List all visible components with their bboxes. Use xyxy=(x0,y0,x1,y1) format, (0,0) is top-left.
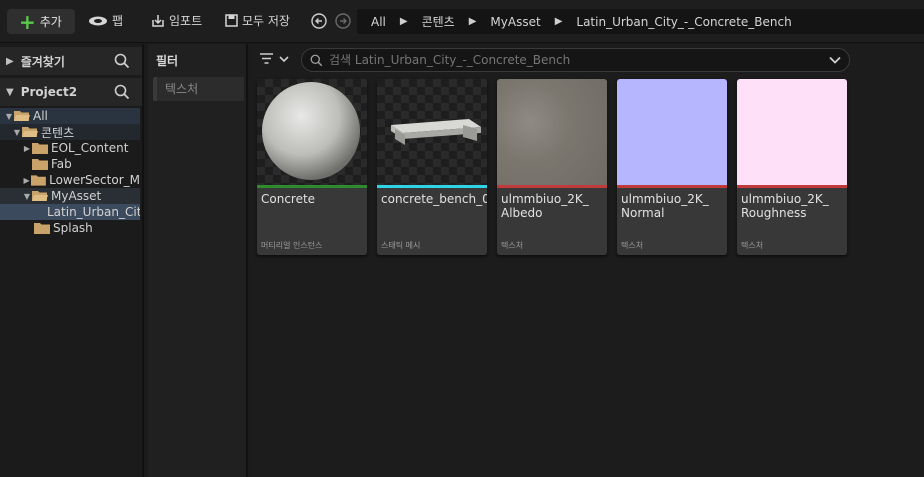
asset-name: concrete_bench_03 xyxy=(381,192,487,206)
asset-thumbnail xyxy=(617,79,727,187)
folder-icon xyxy=(34,223,50,234)
chevron-right-icon[interactable]: ▶ xyxy=(469,16,477,27)
breadcrumb-item-current[interactable]: Latin_Urban_City_-_Concrete_Bench xyxy=(576,15,791,29)
sources-panel: ▶ 즐겨찾기 ▼ Project2 ▼ All ▼ 콘텐츠 ▶ EOL_Cont… xyxy=(0,44,144,477)
asset-thumbnail xyxy=(497,79,607,187)
fab-icon xyxy=(89,16,107,25)
fab-button[interactable]: 팹 xyxy=(88,12,123,29)
asset-type-bar xyxy=(257,185,367,188)
filter-chip-texture[interactable]: 텍스처 xyxy=(153,77,244,101)
search-input[interactable] xyxy=(329,53,769,67)
breadcrumb-item-myasset[interactable]: MyAsset xyxy=(490,15,540,29)
asset-type-bar xyxy=(377,185,487,188)
back-icon[interactable] xyxy=(311,13,327,29)
chevron-down-icon[interactable]: ▼ xyxy=(22,192,32,201)
chevron-down-icon[interactable] xyxy=(829,54,841,66)
save-all-button[interactable]: 모두 저장 xyxy=(225,12,290,29)
asset-view: Concrete 머티리얼 인스턴스 concrete_bench_03 스태틱… xyxy=(250,44,924,477)
bench-mesh-icon xyxy=(391,119,481,145)
chevron-down-icon[interactable]: ▼ xyxy=(4,112,14,121)
tree-item-eol-content[interactable]: ▶ EOL_Content xyxy=(0,140,140,156)
add-button-label: 추가 xyxy=(39,15,62,29)
folder-open-icon xyxy=(32,191,48,201)
asset-thumbnail xyxy=(377,79,487,187)
tree-item-label: Latin_Urban_City_-_Concrete_Bench xyxy=(47,205,140,219)
project-header[interactable]: ▼ Project2 xyxy=(0,78,142,106)
tree-item-label: LowerSector_M xyxy=(49,173,140,187)
asset-name: ulmmbiuo_2K_ Roughness xyxy=(741,192,829,220)
chevron-right-icon[interactable]: ▶ xyxy=(555,16,563,27)
search-icon[interactable] xyxy=(114,84,130,100)
import-button-label: 임포트 xyxy=(169,14,203,28)
tree-item-lowersector[interactable]: ▶ LowerSector_M xyxy=(0,172,140,188)
tree-item-fab[interactable]: Fab xyxy=(0,156,140,172)
project-label: Project2 xyxy=(20,85,78,99)
breadcrumb-item-content[interactable]: 콘텐츠 xyxy=(422,13,455,30)
filter-menu-icon[interactable] xyxy=(260,53,292,65)
breadcrumb: All ▶ 콘텐츠 ▶ MyAsset ▶ Latin_Urban_City_-… xyxy=(357,9,924,34)
asset-tile[interactable]: concrete_bench_03 스태틱 메시 xyxy=(377,79,487,255)
asset-name: Concrete xyxy=(261,192,316,206)
import-icon xyxy=(152,14,164,27)
save-all-button-label: 모두 저장 xyxy=(242,14,290,28)
search-icon xyxy=(310,54,323,66)
tree-item-splash[interactable]: Splash xyxy=(0,220,140,236)
asset-tile[interactable]: ulmmbiuo_2K_ Albedo 텍스처 xyxy=(497,79,607,255)
asset-thumbnail xyxy=(737,79,847,187)
folder-open-icon xyxy=(22,127,38,137)
asset-name: ulmmbiuo_2K_ Albedo xyxy=(501,192,589,220)
tree-item-label: 콘텐츠 xyxy=(41,125,75,140)
folder-open-icon xyxy=(14,111,30,121)
asset-type-label: 머티리얼 인스턴스 xyxy=(261,241,323,250)
asset-type-bar xyxy=(497,185,607,188)
fab-button-label: 팹 xyxy=(112,14,124,28)
chevron-down-icon[interactable]: ▼ xyxy=(6,87,14,98)
favorites-header[interactable]: ▶ 즐겨찾기 xyxy=(0,47,142,75)
favorites-label: 즐겨찾기 xyxy=(20,54,65,69)
plus-icon: + xyxy=(19,9,36,34)
chevron-right-icon[interactable]: ▶ xyxy=(400,16,408,27)
filters-title: 필터 xyxy=(156,54,179,68)
asset-tile[interactable]: ulmmbiuo_2K_ Roughness 텍스처 xyxy=(737,79,847,255)
asset-type-label: 텍스처 xyxy=(741,241,764,250)
save-icon xyxy=(225,14,238,27)
chevron-right-icon[interactable]: ▶ xyxy=(22,144,32,153)
asset-tile[interactable]: ulmmbiuo_2K_ Normal 텍스처 xyxy=(617,79,727,255)
chevron-down-icon[interactable]: ▼ xyxy=(12,128,22,137)
asset-tile[interactable]: Concrete 머티리얼 인스턴스 xyxy=(257,79,367,255)
tree-item-label: EOL_Content xyxy=(51,141,129,155)
asset-name: ulmmbiuo_2K_ Normal xyxy=(621,192,709,220)
asset-type-label: 텍스처 xyxy=(621,241,644,250)
forward-icon[interactable] xyxy=(335,13,351,29)
tree-item-label: MyAsset xyxy=(51,189,102,203)
tree-item-label: Fab xyxy=(51,157,72,171)
asset-type-bar xyxy=(617,185,727,188)
folder-icon xyxy=(32,143,48,154)
asset-type-label: 텍스처 xyxy=(501,241,524,250)
asset-type-bar xyxy=(737,185,847,188)
material-sphere-icon xyxy=(262,82,360,180)
tree-item-content[interactable]: ▼ 콘텐츠 xyxy=(0,124,140,140)
chevron-right-icon[interactable]: ▶ xyxy=(22,176,31,185)
search-field[interactable] xyxy=(301,48,850,72)
asset-thumbnail xyxy=(257,79,367,187)
chevron-right-icon[interactable]: ▶ xyxy=(6,56,14,67)
tree-item-latin-urban[interactable]: Latin_Urban_City_-_Concrete_Bench xyxy=(0,204,140,220)
tree-item-all[interactable]: ▼ All xyxy=(0,108,140,124)
tree-item-myasset[interactable]: ▼ MyAsset xyxy=(0,188,140,204)
top-toolbar: + 추가 팹 임포트 모두 저장 All ▶ 콘텐츠 ▶ MyAsset ▶ L… xyxy=(0,0,924,43)
tree-item-label: All xyxy=(33,109,48,123)
folder-icon xyxy=(32,159,48,170)
tree-item-label: Splash xyxy=(53,221,93,235)
breadcrumb-item-all[interactable]: All xyxy=(371,15,386,29)
filters-panel: 필터 텍스처 xyxy=(148,44,248,477)
folder-icon xyxy=(31,175,47,186)
search-icon[interactable] xyxy=(114,53,130,69)
asset-type-label: 스태틱 메시 xyxy=(381,241,421,250)
import-button[interactable]: 임포트 xyxy=(151,12,202,29)
add-button[interactable]: + 추가 xyxy=(7,9,75,34)
